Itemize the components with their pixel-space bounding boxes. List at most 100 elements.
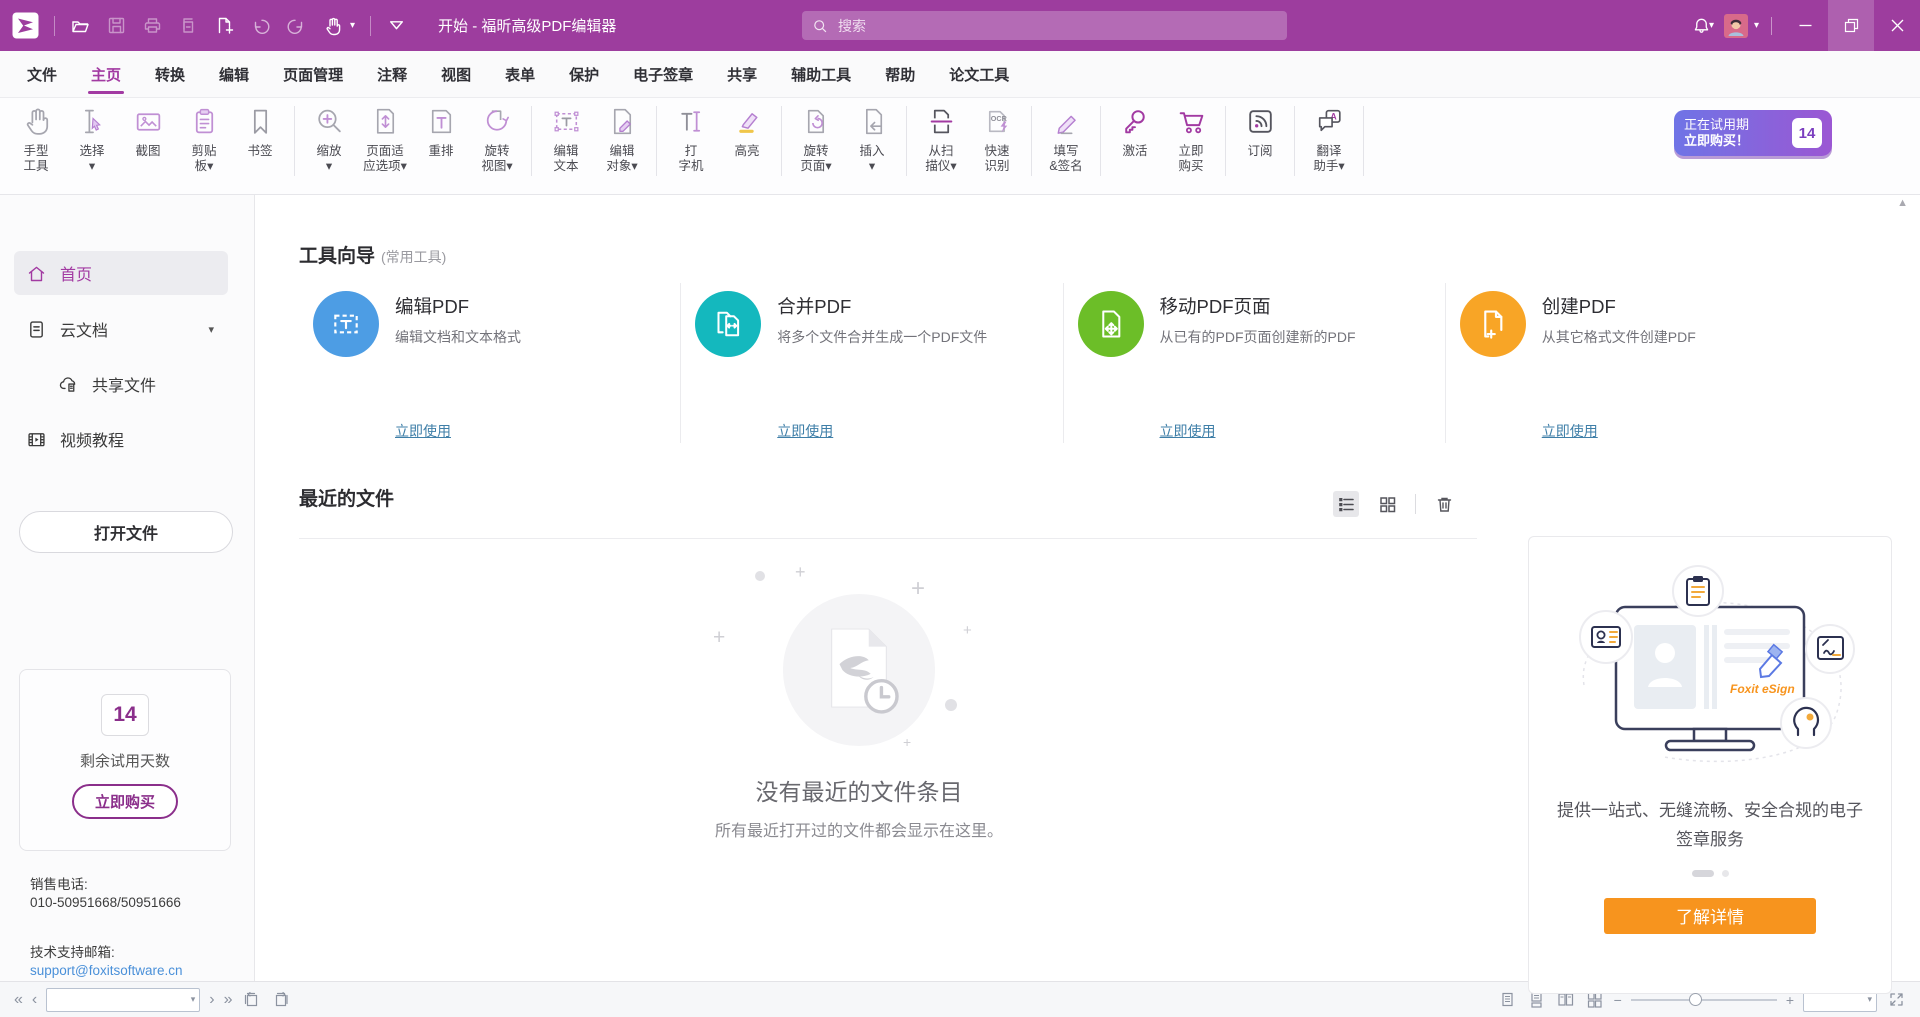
open-file-button[interactable]: 打开文件 (19, 511, 233, 553)
tool-buy-now[interactable]: 立即 购买 (1163, 105, 1219, 174)
menu-tab-accessibility[interactable]: 辅助工具 (774, 51, 868, 97)
menu-tab-protect[interactable]: 保护 (552, 51, 616, 97)
divider (299, 538, 1477, 539)
tool-select[interactable]: 选择 ▾ (64, 105, 120, 174)
tool-insert[interactable]: 插入 ▾ (844, 105, 900, 174)
scroll-up-icon[interactable]: ▲ (1897, 197, 1908, 209)
tool-page-fit-label: 页面适 应选项▾ (363, 144, 407, 174)
sidebar-item-cloud-docs[interactable]: 云文档▾ (14, 307, 228, 351)
support-email-link[interactable]: support@foxitsoftware.cn (30, 963, 183, 978)
tool-scanner[interactable]: 从扫 描仪▾ (913, 105, 969, 174)
avatar-caret-icon[interactable]: ▾ (1754, 20, 1759, 31)
last-page-button[interactable]: » (224, 992, 233, 1008)
single-page-view-icon[interactable] (1498, 990, 1518, 1010)
menu-tab-share[interactable]: 共享 (710, 51, 774, 97)
page-number-caret-icon[interactable]: ▾ (187, 994, 200, 1005)
menu-tab-form[interactable]: 表单 (488, 51, 552, 97)
sidebar-item-home[interactable]: 首页 (14, 251, 228, 295)
first-page-button[interactable]: « (14, 992, 23, 1008)
tool-subscribe[interactable]: 订阅 (1232, 105, 1288, 159)
menu-tab-esign[interactable]: 电子签章 (616, 51, 710, 97)
tool-hand[interactable]: 手型 工具 (8, 105, 64, 174)
menu-tab-comment[interactable]: 注释 (360, 51, 424, 97)
tool-edit-text[interactable]: 编辑 文本 (538, 105, 594, 174)
toolbar-group-divider (1294, 106, 1295, 176)
copy-page-icon[interactable] (178, 15, 199, 36)
tool-snapshot[interactable]: 截图 (120, 105, 176, 159)
close-button[interactable] (1874, 0, 1920, 51)
zoom-slider[interactable] (1631, 990, 1777, 1010)
hand-tool-icon-caret[interactable]: ▾ (350, 20, 355, 31)
use-now-link-edit-pdf[interactable]: 立即使用 (395, 421, 451, 441)
highlight-icon (731, 105, 764, 143)
buy-now-button[interactable]: 立即购买 (72, 784, 178, 819)
tool-translate[interactable]: A翻译 助手▾ (1301, 105, 1357, 174)
hand-tool-icon[interactable] (322, 15, 343, 36)
tool-zoom[interactable]: 缩放 ▾ (301, 105, 357, 174)
tool-edit-object[interactable]: 编辑 对象▾ (594, 105, 650, 174)
next-view-icon[interactable] (270, 990, 290, 1010)
bell-caret-icon[interactable]: ▾ (1709, 20, 1714, 31)
previous-page-button[interactable]: ‹ (32, 992, 37, 1008)
tool-highlight[interactable]: 高亮 (719, 105, 775, 159)
user-avatar[interactable] (1724, 14, 1748, 38)
typewriter-icon (675, 105, 708, 143)
menu-tab-home[interactable]: 主页 (74, 51, 138, 97)
tool-clipboard[interactable]: 剪贴 板▾ (176, 105, 232, 174)
minimize-button[interactable] (1782, 0, 1828, 51)
menu-tab-help[interactable]: 帮助 (868, 51, 932, 97)
sidebar-item-video-tutorials[interactable]: 视频教程 (14, 417, 228, 461)
chevron-down-icon[interactable]: ▾ (208, 323, 214, 336)
search-box[interactable] (802, 11, 1287, 40)
tool-highlight-label: 高亮 (734, 144, 759, 159)
collapse-ribbon-icon[interactable] (386, 15, 407, 36)
page-number-input[interactable] (47, 993, 186, 1007)
restore-button[interactable] (1828, 0, 1874, 51)
menu-tab-view[interactable]: 视图 (424, 51, 488, 97)
trial-days-caption: 剩余试用天数 (20, 750, 230, 771)
tool-reflow[interactable]: 重排 (413, 105, 469, 159)
trial-badge[interactable]: 正在试用期 立即购买！ 14 (1674, 110, 1832, 156)
tool-activate-label: 激活 (1122, 144, 1147, 159)
search-input[interactable] (836, 17, 1277, 35)
toolbar-group-divider (906, 106, 907, 176)
menu-tab-convert[interactable]: 转换 (138, 51, 202, 97)
menu-tab-edit[interactable]: 编辑 (202, 51, 266, 97)
clear-recent-trash-button[interactable] (1431, 491, 1457, 517)
zoom-level-input[interactable] (1804, 993, 1863, 1007)
next-page-button[interactable]: › (209, 992, 214, 1008)
previous-view-icon[interactable] (241, 990, 261, 1010)
use-now-link-move-pdf-pages[interactable]: 立即使用 (1160, 421, 1216, 441)
list-view-button[interactable] (1333, 491, 1359, 517)
tool-typewriter[interactable]: 打 字机 (663, 105, 719, 174)
menu-tab-file[interactable]: 文件 (10, 51, 74, 97)
tool-page-fit[interactable]: 页面适 应选项▾ (357, 105, 413, 174)
sidebar-item-shared-files[interactable]: 共享文件 (14, 362, 228, 406)
scanner-icon (925, 105, 958, 143)
menu-tab-organize[interactable]: 页面管理 (266, 51, 360, 97)
grid-view-button[interactable] (1374, 491, 1400, 517)
learn-more-button[interactable]: 了解详情 (1604, 898, 1816, 934)
tool-rotate-view[interactable]: 旋转 视图▾ (469, 105, 525, 174)
tool-rotate-pages[interactable]: 旋转 页面▾ (788, 105, 844, 174)
zoom-slider-knob[interactable] (1689, 993, 1702, 1006)
carousel-dot-active[interactable] (1692, 870, 1714, 877)
carousel-dot[interactable] (1722, 870, 1729, 877)
use-now-link-merge-pdf[interactable]: 立即使用 (777, 421, 833, 441)
open-folder-icon[interactable] (70, 15, 91, 36)
save-icon[interactable] (106, 15, 127, 36)
new-page-icon[interactable] (214, 15, 235, 36)
tool-activate[interactable]: 激活 (1107, 105, 1163, 159)
undo-icon[interactable] (250, 15, 271, 36)
tool-bookmark[interactable]: 书签 (232, 105, 288, 159)
tool-fill-sign[interactable]: 填写 &签名 (1038, 105, 1094, 174)
tool-ocr[interactable]: OCR快速 识别 (969, 105, 1025, 174)
redo-icon[interactable] (286, 15, 307, 36)
tool-card-merge-pdf: 合并PDF将多个文件合并生成一个PDF文件立即使用 (681, 283, 1063, 443)
foxit-pdf-editor-window: ▾ 开始 - 福昕高级PDF编辑器 ▾ ▾ (0, 0, 1920, 1017)
print-icon[interactable] (142, 15, 163, 36)
use-now-link-create-pdf[interactable]: 立即使用 (1542, 421, 1598, 441)
zoom-level-caret-icon[interactable]: ▾ (1863, 994, 1876, 1005)
tool-rotate-view-label: 旋转 视图▾ (481, 144, 512, 174)
menu-tab-paper-tools[interactable]: 论文工具 (932, 51, 1026, 97)
